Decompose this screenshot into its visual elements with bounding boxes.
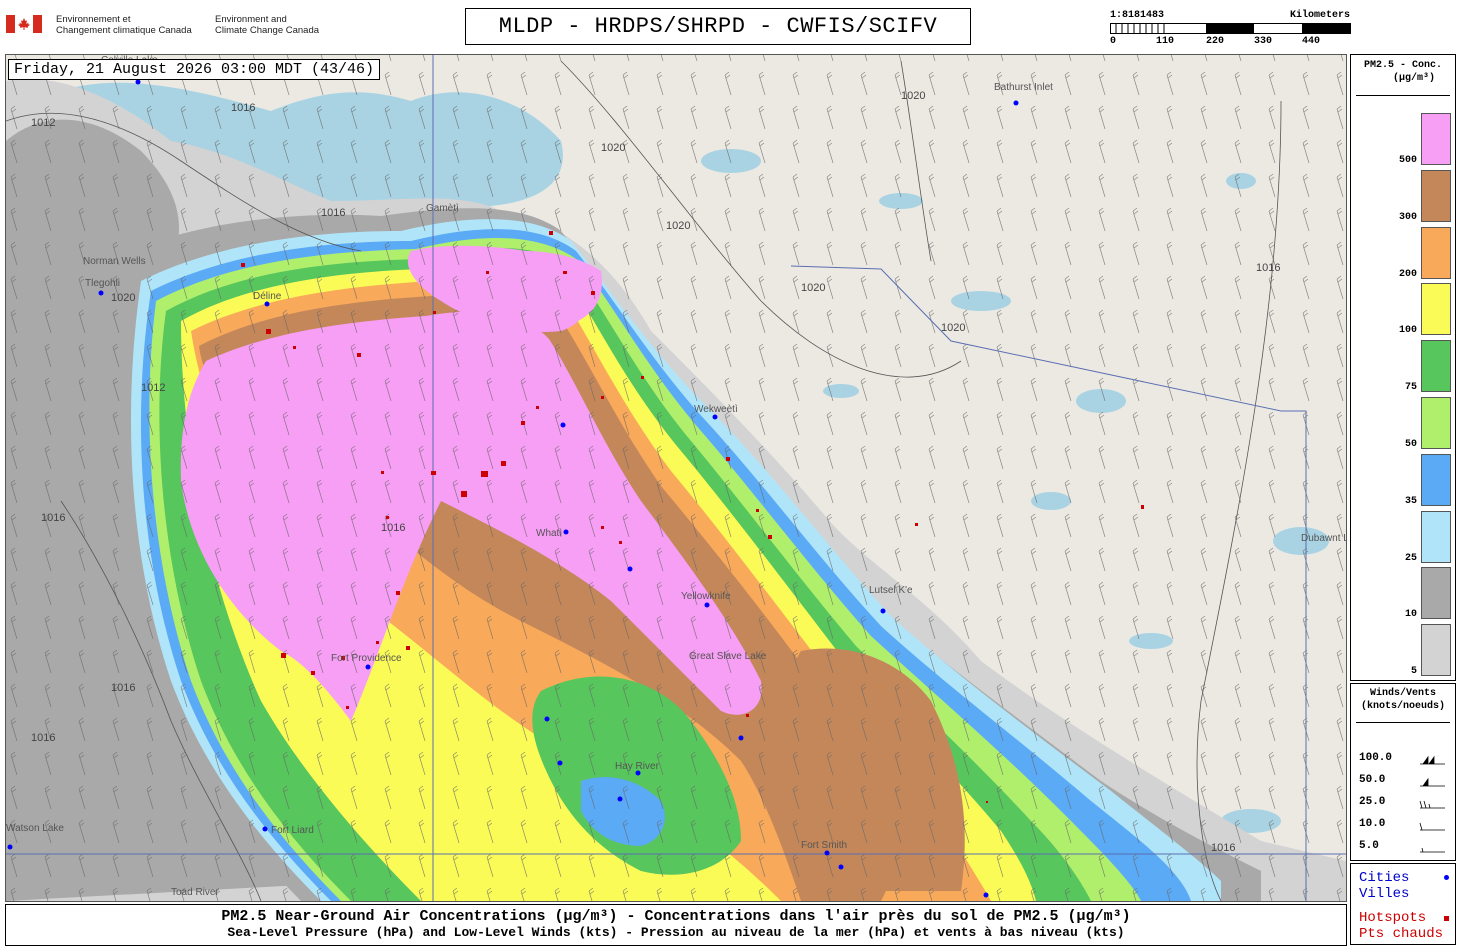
wind-speed-label: 10.0 <box>1359 818 1386 830</box>
isobar-label: 1016 <box>31 732 55 744</box>
cities-label: Cities Villes <box>1359 870 1410 902</box>
isobar-label: 1012 <box>31 117 55 129</box>
place-label: Fort Smith <box>801 840 847 851</box>
place-label: Norman Wells <box>83 256 146 267</box>
place-label: Tlegohli <box>85 278 120 289</box>
legend-swatch <box>1421 624 1451 677</box>
legend-level-label: 100 <box>1398 325 1417 337</box>
wind-speed-label: 100.0 <box>1359 752 1393 764</box>
wind-barb-50-icon <box>1420 777 1445 787</box>
wind-barbs <box>6 55 1346 901</box>
marker-legend: Cities Villes Hotspots Pts chauds <box>1350 863 1456 945</box>
legend-level-label: 35 <box>1404 495 1417 507</box>
isobar-label: 1016 <box>1256 262 1280 274</box>
place-label: Dubawnt Lake <box>1301 533 1346 544</box>
place-label: Toad River <box>171 887 219 898</box>
isobar-label: 1020 <box>941 322 965 334</box>
legend-title: PM2.5 - Conc. (µg/m³) <box>1363 60 1442 84</box>
place-label: Hay River <box>615 761 660 772</box>
scale-bar: 1:8181483 Kilometers 0 110 220 330 440 <box>1110 10 1352 50</box>
scale-tick: 110 <box>1156 36 1175 47</box>
isobar-label: 1012 <box>141 382 165 394</box>
legend-level-label: 10 <box>1404 609 1417 621</box>
isobar-label: 1020 <box>601 142 625 154</box>
legend-divider <box>1356 95 1450 96</box>
legend-level-label: 50 <box>1404 439 1417 450</box>
isobar-label: 1016 <box>1211 842 1235 854</box>
place-label: Fort Liard <box>271 825 314 836</box>
wind-speed-label: 50.0 <box>1359 774 1386 786</box>
scale-ratio: 1:8181483 <box>1110 10 1165 21</box>
place-label: Bathurst Inlet <box>994 82 1053 93</box>
place-label: Fort Providence <box>331 653 402 664</box>
pm25-legend: PM2.5 - Conc. (µg/m³) 500 300 200 100 75 50 35 2… <box>1350 54 1456 681</box>
place-label: Yellowknife <box>681 591 731 602</box>
legend-level-label: 25 <box>1404 552 1417 564</box>
hotspots-label: Hotspots Pts chauds <box>1359 910 1444 942</box>
legend-level-label: 5 <box>1410 666 1417 678</box>
wind-speed-label: 5.0 <box>1359 840 1379 852</box>
wind-legend: Winds/Vents (knots/noeuds) 100.0 50.0 25.… <box>1350 683 1456 861</box>
wind-barb-10-icon <box>1419 822 1445 831</box>
legend-swatch <box>1421 567 1451 620</box>
map-canvas[interactable]: 1012 1016 1016 1020 1020 1020 1020 1020 … <box>5 54 1347 902</box>
map-caption: PM2.5 Near-Ground Air Concentrations (µg… <box>5 904 1347 946</box>
legend-level-label: 300 <box>1398 211 1417 223</box>
legend-swatch <box>1421 283 1451 336</box>
caption-line-1: PM2.5 Near-Ground Air Concentrations (µg… <box>221 908 1131 925</box>
scale-tick: 330 <box>1254 36 1273 47</box>
wind-barb-5-icon <box>1420 847 1445 853</box>
hotspot-marker-icon <box>1444 916 1449 921</box>
agency-name-en: Environment and Climate Change Canada <box>215 14 320 36</box>
place-label: Gamètì <box>426 203 459 214</box>
legend-swatch <box>1421 340 1451 393</box>
legend-swatch <box>1421 453 1451 506</box>
wind-barb-25-icon <box>1419 800 1445 809</box>
legend-level-label: 200 <box>1398 268 1417 280</box>
isobar-label: 1016 <box>231 102 255 114</box>
place-label: Lutsel K'e <box>869 585 913 596</box>
scale-tick: 0 <box>1110 36 1117 47</box>
legend-level-label: 75 <box>1404 382 1417 394</box>
place-label: Great Slave Lake <box>689 651 767 662</box>
wind-speed-label: 25.0 <box>1359 796 1386 808</box>
isobar-label: 1016 <box>41 512 65 524</box>
isobar-label: 1020 <box>666 220 690 232</box>
isobar-label: 1020 <box>901 90 925 102</box>
isobar-label: 1016 <box>321 207 345 219</box>
legend-level-label: 500 <box>1398 155 1417 166</box>
place-label: Déline <box>253 291 282 302</box>
legend-swatch <box>1421 397 1451 449</box>
canada-flag-icon <box>6 15 42 33</box>
isobar-label: 1020 <box>801 282 825 294</box>
isobar-label: 1020 <box>111 292 135 304</box>
legend-swatch <box>1421 226 1451 279</box>
isobar-label: 1016 <box>111 682 135 694</box>
wind-legend-divider <box>1356 722 1450 723</box>
legend-swatch <box>1421 510 1451 563</box>
place-label: Watson Lake <box>6 823 64 834</box>
legend-swatch <box>1421 169 1451 222</box>
scale-tick: 440 <box>1302 36 1321 47</box>
place-label: Whatì <box>536 528 562 539</box>
wind-legend-title: Winds/Vents (knots/noeuds) <box>1360 688 1445 712</box>
place-label: Wekweètì <box>694 404 738 415</box>
wind-barb-100-icon <box>1420 755 1445 765</box>
caption-line-2: Sea-Level Pressure (hPa) and Low-Level W… <box>227 925 1125 940</box>
product-title: MLDP - HRDPS/SHRPD - CWFIS/SCIFV <box>465 8 971 45</box>
forecast-datetime: Friday, 21 August 2026 03:00 MDT (43/46) <box>8 59 381 80</box>
eccc-logo: Environnement et Changement climatique Ca… <box>6 12 346 42</box>
isobar-label: 1016 <box>381 522 405 534</box>
map-svg: 1012 1016 1016 1020 1020 1020 1020 1020 … <box>6 55 1346 901</box>
scale-unit: Kilometers <box>1289 10 1350 21</box>
scale-tick: 220 <box>1206 36 1225 47</box>
scale-bar-graphic <box>1110 23 1351 34</box>
agency-name-fr: Environnement et Changement climatique Ca… <box>56 14 192 36</box>
legend-swatch <box>1421 113 1451 165</box>
city-marker-icon <box>1444 875 1449 880</box>
